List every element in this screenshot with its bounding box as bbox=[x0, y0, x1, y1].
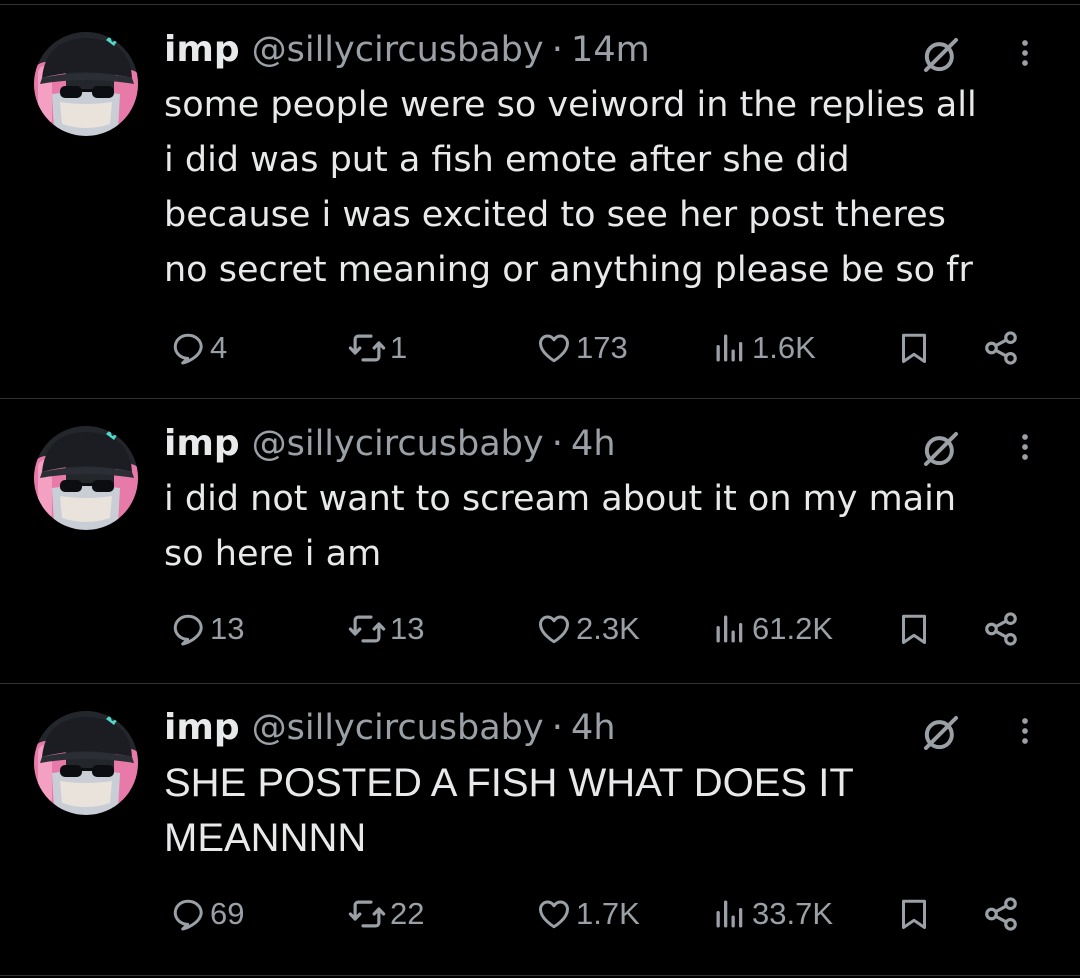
post-3[interactable]: imp @sillycircusbaby · 4h SHE POSTED A F… bbox=[0, 684, 1080, 976]
heart-icon bbox=[536, 896, 572, 932]
view-count: 1.6K bbox=[752, 330, 816, 365]
reply-button[interactable]: 13 bbox=[170, 604, 244, 654]
post-header: imp @sillycircusbaby · 4h bbox=[164, 704, 616, 752]
bookmark-icon bbox=[896, 611, 932, 647]
views-chart-icon bbox=[712, 896, 748, 932]
timestamp[interactable]: 14m bbox=[571, 26, 650, 74]
author-name[interactable]: imp bbox=[164, 420, 240, 468]
like-count: 1.7K bbox=[576, 896, 640, 931]
post-actions: 69 22 1.7K 33.7K bbox=[164, 889, 1044, 939]
timestamp[interactable]: 4h bbox=[571, 420, 615, 468]
reply-icon bbox=[170, 330, 206, 366]
repost-icon bbox=[348, 610, 386, 648]
repost-icon bbox=[348, 895, 386, 933]
avatar[interactable] bbox=[34, 32, 138, 136]
heart-icon bbox=[536, 330, 572, 366]
share-icon bbox=[982, 329, 1020, 367]
reply-button[interactable]: 69 bbox=[170, 889, 244, 939]
views-chart-icon bbox=[712, 611, 748, 647]
like-button[interactable]: 1.7K bbox=[536, 889, 640, 939]
reply-count: 13 bbox=[210, 611, 245, 646]
grok-icon[interactable] bbox=[918, 426, 964, 472]
timeline: imp @sillycircusbaby · 14m some people w… bbox=[0, 0, 1080, 978]
view-count: 61.2K bbox=[752, 611, 834, 646]
views-chart-icon bbox=[712, 330, 748, 366]
grok-icon[interactable] bbox=[918, 32, 964, 78]
bookmark-button[interactable] bbox=[896, 323, 932, 373]
like-count: 2.3K bbox=[576, 611, 640, 646]
author-handle[interactable]: @sillycircusbaby bbox=[252, 704, 544, 752]
post-header: imp @sillycircusbaby · 14m bbox=[164, 26, 650, 74]
share-button[interactable] bbox=[982, 323, 1020, 373]
separator-dot: · bbox=[551, 29, 564, 70]
divider bbox=[0, 975, 1080, 976]
post-1[interactable]: imp @sillycircusbaby · 14m some people w… bbox=[0, 0, 1080, 398]
like-button[interactable]: 173 bbox=[536, 323, 628, 373]
reply-count: 69 bbox=[210, 896, 245, 931]
author-name[interactable]: imp bbox=[164, 26, 240, 74]
repost-button[interactable]: 22 bbox=[348, 889, 424, 939]
like-button[interactable]: 2.3K bbox=[536, 604, 640, 654]
avatar[interactable] bbox=[34, 426, 138, 530]
repost-count: 1 bbox=[390, 330, 408, 365]
bookmark-icon bbox=[896, 896, 932, 932]
more-vertical-icon[interactable] bbox=[1010, 30, 1040, 76]
post-header: imp @sillycircusbaby · 4h bbox=[164, 420, 616, 468]
repost-button[interactable]: 1 bbox=[348, 323, 407, 373]
grok-icon[interactable] bbox=[918, 710, 964, 756]
reply-icon bbox=[170, 611, 206, 647]
reply-count: 4 bbox=[210, 330, 228, 365]
more-vertical-icon[interactable] bbox=[1010, 708, 1040, 754]
bookmark-icon bbox=[896, 330, 932, 366]
post-actions: 4 1 173 1.6K bbox=[164, 323, 1044, 373]
views-button[interactable]: 1.6K bbox=[712, 323, 816, 373]
separator-dot: · bbox=[551, 423, 564, 464]
author-handle[interactable]: @sillycircusbaby bbox=[252, 420, 544, 468]
views-button[interactable]: 33.7K bbox=[712, 889, 833, 939]
repost-button[interactable]: 13 bbox=[348, 604, 424, 654]
more-vertical-icon[interactable] bbox=[1010, 424, 1040, 470]
post-text: some people were so veiword in the repli… bbox=[164, 85, 977, 290]
author-handle[interactable]: @sillycircusbaby bbox=[252, 26, 544, 74]
post-actions: 13 13 2.3K 61.2K bbox=[164, 604, 1044, 654]
separator-dot: · bbox=[551, 707, 564, 748]
avatar[interactable] bbox=[34, 711, 138, 815]
like-count: 173 bbox=[576, 330, 628, 365]
repost-icon bbox=[348, 329, 386, 367]
share-button[interactable] bbox=[982, 604, 1020, 654]
bookmark-button[interactable] bbox=[896, 604, 932, 654]
timestamp[interactable]: 4h bbox=[571, 704, 615, 752]
post-text: SHE POSTED A FISH WHAT DOES IT MEANNNN bbox=[164, 761, 854, 860]
reply-icon bbox=[170, 896, 206, 932]
share-icon bbox=[982, 610, 1020, 648]
share-button[interactable] bbox=[982, 889, 1020, 939]
repost-count: 22 bbox=[390, 896, 425, 931]
reply-button[interactable]: 4 bbox=[170, 323, 227, 373]
post-2[interactable]: imp @sillycircusbaby · 4h i did not want… bbox=[0, 399, 1080, 683]
views-button[interactable]: 61.2K bbox=[712, 604, 833, 654]
bookmark-button[interactable] bbox=[896, 889, 932, 939]
author-name[interactable]: imp bbox=[164, 704, 240, 752]
heart-icon bbox=[536, 611, 572, 647]
post-text: i did not want to scream about it on my … bbox=[164, 479, 957, 574]
repost-count: 13 bbox=[390, 611, 425, 646]
share-icon bbox=[982, 895, 1020, 933]
view-count: 33.7K bbox=[752, 896, 834, 931]
